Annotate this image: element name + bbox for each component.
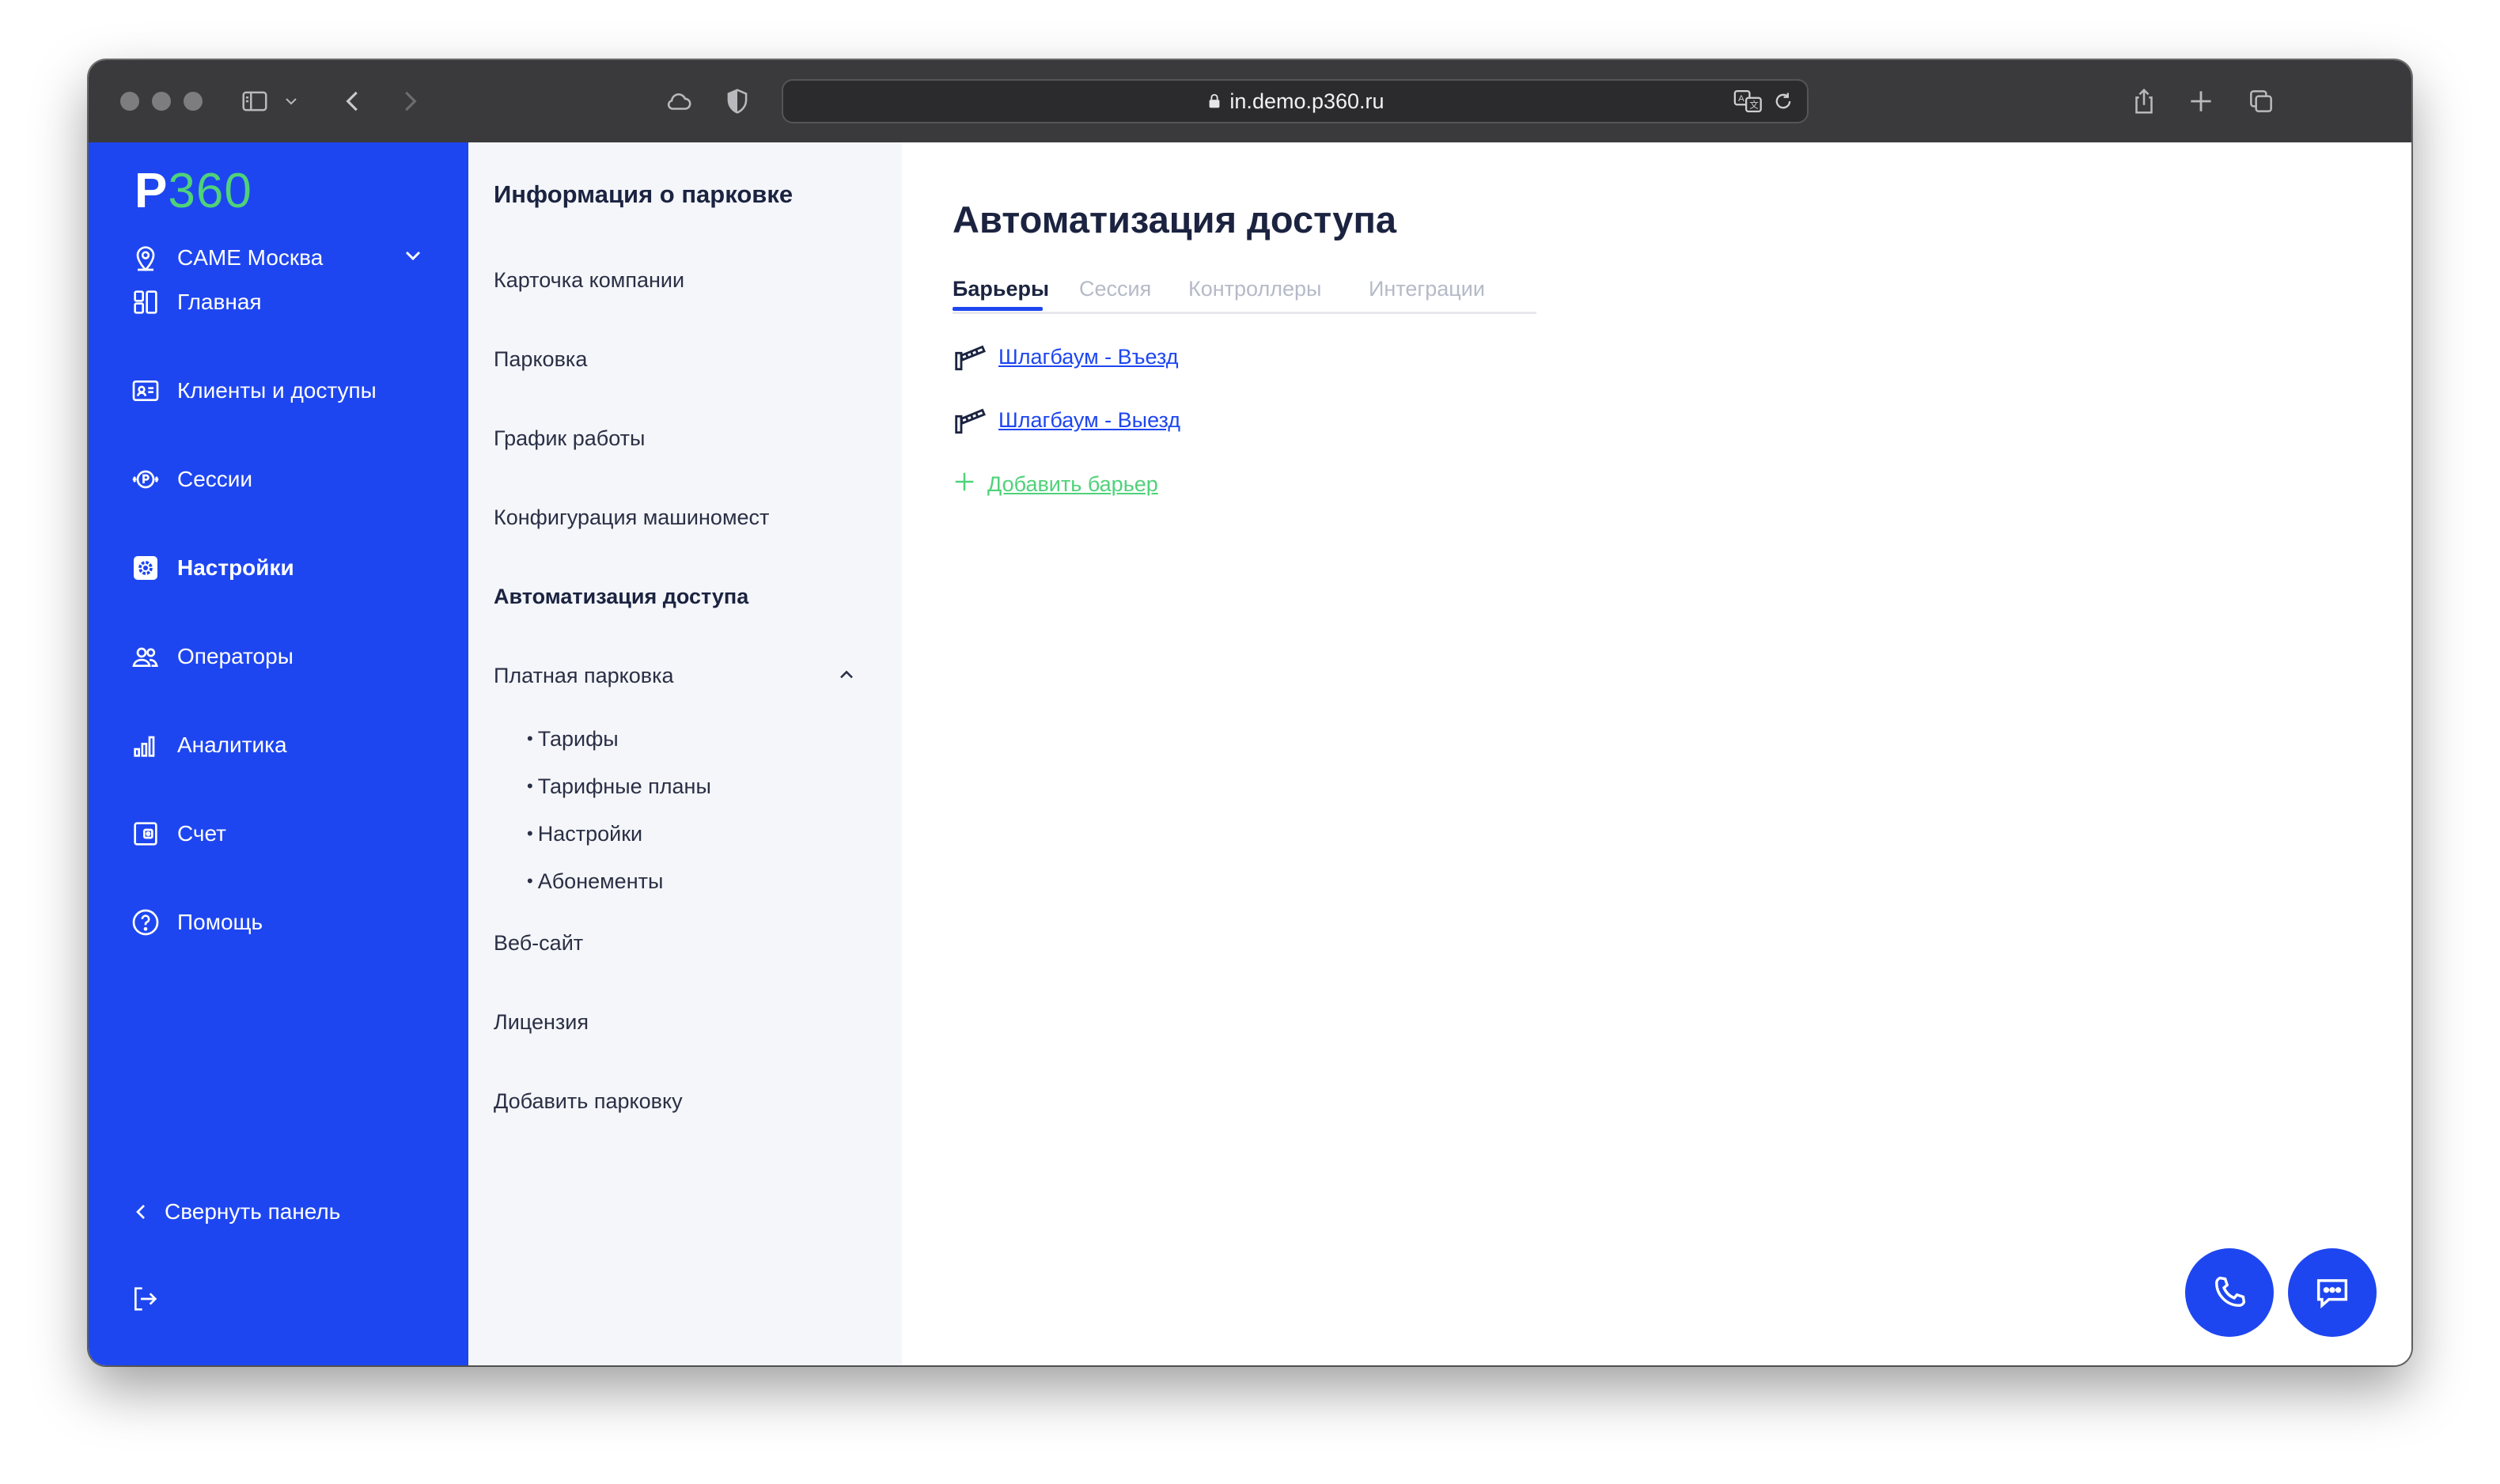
logo-letter: P <box>134 164 169 218</box>
collapse-panel-label: Свернуть панель <box>165 1199 341 1224</box>
sidebar-item-analytics[interactable]: Аналитика <box>128 721 445 769</box>
chevron-up-icon <box>835 663 858 695</box>
sidebar-item-label: Клиенты и доступы <box>177 378 377 403</box>
page-title: Автоматизация доступа <box>953 199 1396 240</box>
main-sidebar: P360 CAME Москва Главная Клиенты и досту… <box>89 142 468 1365</box>
barrier-exit[interactable]: Шлагбаум - Выезд <box>953 400 1180 440</box>
submenu-subitem-tariff-plans[interactable]: Тарифные планы <box>527 770 711 802</box>
submenu-subitem-settings[interactable]: Настройки <box>527 818 642 850</box>
share-icon[interactable] <box>2122 79 2166 123</box>
sidebar-icon[interactable] <box>233 79 277 123</box>
submenu-item-parking[interactable]: Парковка <box>494 343 587 375</box>
logout-icon <box>128 1281 161 1316</box>
sidebar-item-clients[interactable]: Клиенты и доступы <box>128 367 445 415</box>
logout-button[interactable] <box>128 1275 176 1323</box>
submenu-item-company-card[interactable]: Карточка компании <box>494 264 684 296</box>
logo[interactable]: P360 <box>134 160 252 223</box>
svg-text:A: A <box>1738 94 1744 104</box>
sidebar-item-label: Настройки <box>177 555 294 580</box>
lock-icon <box>1206 82 1223 123</box>
barrier-link[interactable]: Шлагбаум - Выезд <box>998 408 1180 433</box>
submenu-subitem-subscriptions[interactable]: Абонементы <box>527 865 664 897</box>
app: P360 CAME Москва Главная Клиенты и досту… <box>89 142 2411 1365</box>
address-bar[interactable]: in.demo.p360.ru A文 <box>782 79 1809 123</box>
submenu-item-access-automation[interactable]: Автоматизация доступа <box>494 581 748 612</box>
parking-session-icon <box>128 462 163 497</box>
sidebar-item-operators[interactable]: Операторы <box>128 633 445 680</box>
browser-toolbar: in.demo.p360.ru A文 <box>89 60 2411 142</box>
sidebar-item-billing[interactable]: Счет <box>128 810 445 857</box>
translate-icon[interactable]: A文 <box>1733 87 1764 115</box>
logo-number: 360 <box>168 164 252 218</box>
sidebar-item-label: Операторы <box>177 644 294 668</box>
tabs-overview-icon[interactable] <box>2239 79 2283 123</box>
browser-window: in.demo.p360.ru A文 P360 CAME Москва Глав… <box>89 60 2411 1365</box>
sidebar-item-help[interactable]: Помощь <box>128 899 445 946</box>
submenu-title: Информация о парковке <box>494 180 794 208</box>
barrier-gate-icon <box>953 403 987 437</box>
add-barrier-label: Добавить барьер <box>987 471 1158 496</box>
main-content: Автоматизация доступа Барьеры Сессия Кон… <box>902 142 2411 1365</box>
bar-chart-icon <box>128 728 163 763</box>
help-icon <box>128 905 163 940</box>
minimize-window-button[interactable] <box>152 92 171 111</box>
settings-submenu: Информация о парковке Карточка компании … <box>468 142 902 1365</box>
sidebar-item-label: Счет <box>177 821 226 846</box>
forward-icon[interactable] <box>388 79 432 123</box>
reload-icon[interactable] <box>1772 90 1796 114</box>
chat-button[interactable] <box>2288 1248 2377 1337</box>
submenu-item-license[interactable]: Лицензия <box>494 1006 589 1038</box>
zoom-window-button[interactable] <box>184 92 203 111</box>
sidebar-item-sessions[interactable]: Сессии <box>128 456 445 503</box>
dashboard-icon <box>128 285 163 320</box>
chevron-left-icon <box>128 1194 153 1229</box>
submenu-item-website[interactable]: Веб-сайт <box>494 927 583 959</box>
cloud-icon[interactable] <box>657 79 701 123</box>
submenu-item-schedule[interactable]: График работы <box>494 422 645 454</box>
barrier-entry[interactable]: Шлагбаум - Въезд <box>953 337 1179 377</box>
wallet-icon <box>128 816 163 851</box>
barrier-link[interactable]: Шлагбаум - Въезд <box>998 345 1179 369</box>
call-button[interactable] <box>2185 1248 2274 1337</box>
add-barrier-button[interactable]: Добавить барьер <box>953 467 1158 502</box>
location-pin-icon <box>128 240 163 275</box>
new-tab-icon[interactable] <box>2179 79 2223 123</box>
users-icon <box>128 639 163 674</box>
sidebar-item-label: Аналитика <box>177 733 287 757</box>
active-tab-indicator <box>953 307 1043 311</box>
collapse-panel-button[interactable]: Свернуть панель <box>128 1188 445 1236</box>
tab-bar: Барьеры Сессия Контроллеры Интеграции <box>953 271 1536 314</box>
tab-controllers[interactable]: Контроллеры <box>1188 271 1321 307</box>
gear-icon <box>128 551 163 585</box>
submenu-subitem-tariffs[interactable]: Тарифы <box>527 723 619 755</box>
close-window-button[interactable] <box>120 92 139 111</box>
sidebar-item-settings[interactable]: Настройки <box>128 544 445 592</box>
sidebar-item-label: Помощь <box>177 910 263 934</box>
location-label: CAME Москва <box>177 245 324 270</box>
submenu-item-label: Платная парковка <box>494 664 674 687</box>
id-card-icon <box>128 373 163 408</box>
chevron-down-icon[interactable] <box>277 79 305 123</box>
plus-icon <box>953 469 976 499</box>
sidebar-item-label: Сессии <box>177 467 253 491</box>
back-icon[interactable] <box>331 79 375 123</box>
shield-icon[interactable] <box>715 79 759 123</box>
tab-integrations[interactable]: Интеграции <box>1369 271 1485 307</box>
location-selector[interactable]: CAME Москва <box>128 234 445 282</box>
phone-icon <box>2215 1276 2246 1307</box>
chat-icon <box>2316 1279 2348 1309</box>
tab-barriers[interactable]: Барьеры <box>953 271 1049 307</box>
chevron-down-icon <box>400 243 426 274</box>
barrier-gate-icon <box>953 339 987 374</box>
url-text: in.demo.p360.ru <box>1229 89 1384 113</box>
sidebar-item-label: Главная <box>177 290 262 314</box>
svg-text:文: 文 <box>1749 100 1759 111</box>
sidebar-item-home[interactable]: Главная <box>128 278 445 326</box>
submenu-item-add-parking[interactable]: Добавить парковку <box>494 1085 683 1117</box>
tab-session[interactable]: Сессия <box>1079 271 1151 307</box>
submenu-item-space-config[interactable]: Конфигурация машиномест <box>494 502 769 533</box>
submenu-item-paid-parking[interactable]: Платная парковка <box>494 660 858 691</box>
